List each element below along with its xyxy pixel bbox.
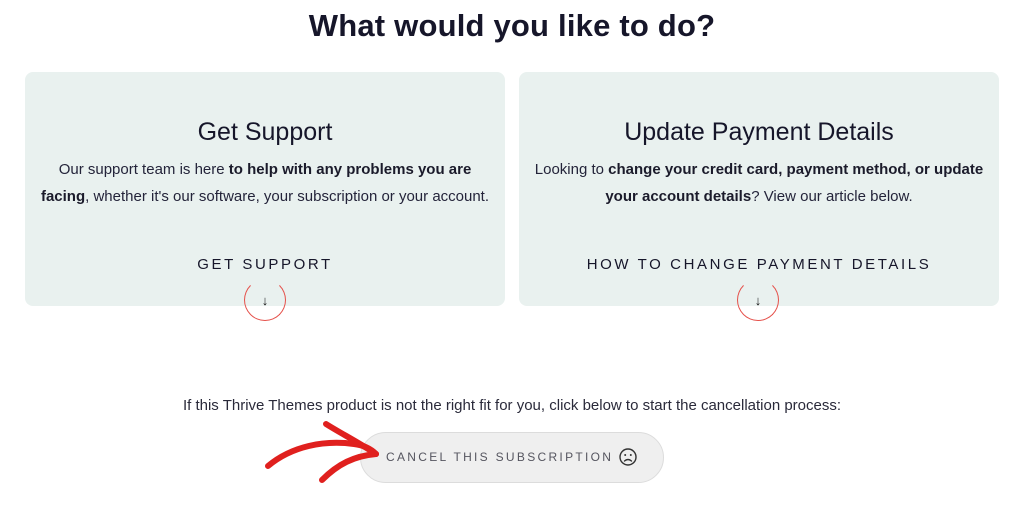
card-description-text: Our support team is here: [58, 161, 229, 178]
get-support-link[interactable]: GET SUPPORT: [25, 256, 505, 273]
cancel-subscription-label: CANCEL THIS SUBSCRIPTION: [386, 450, 614, 464]
card-description: Our support team is here to help with an…: [37, 156, 493, 210]
cancel-subscription-button[interactable]: CANCEL THIS SUBSCRIPTION: [360, 432, 664, 483]
card-title: Get Support: [197, 118, 333, 146]
card-description-text: , whether it's our software, your subscr…: [85, 188, 490, 205]
red-hand-drawn-arrow-icon: [265, 421, 379, 483]
sad-face-icon: [619, 448, 637, 466]
page-title: What would you like to do?: [308, 8, 716, 43]
arrow-down-icon: ↓: [754, 292, 762, 308]
page: What would you like to do? Get Support O…: [0, 0, 1024, 510]
get-support-arrow-button[interactable]: ↓: [244, 279, 286, 321]
card-description: Looking to change your credit card, paym…: [531, 156, 987, 210]
arrow-down-icon: ↓: [261, 292, 269, 308]
cancellation-prompt: If this Thrive Themes product is not the…: [182, 397, 842, 414]
change-payment-arrow-button[interactable]: ↓: [737, 279, 779, 321]
update-payment-card: Update Payment Details Looking to change…: [519, 72, 999, 321]
card-title: Update Payment Details: [624, 118, 894, 146]
get-support-card: Get Support Our support team is here to …: [25, 72, 505, 321]
card-description-text: Looking to: [534, 161, 609, 178]
change-payment-details-link[interactable]: HOW TO CHANGE PAYMENT DETAILS: [519, 256, 999, 273]
card-description-text: ? View our article below.: [751, 188, 913, 205]
